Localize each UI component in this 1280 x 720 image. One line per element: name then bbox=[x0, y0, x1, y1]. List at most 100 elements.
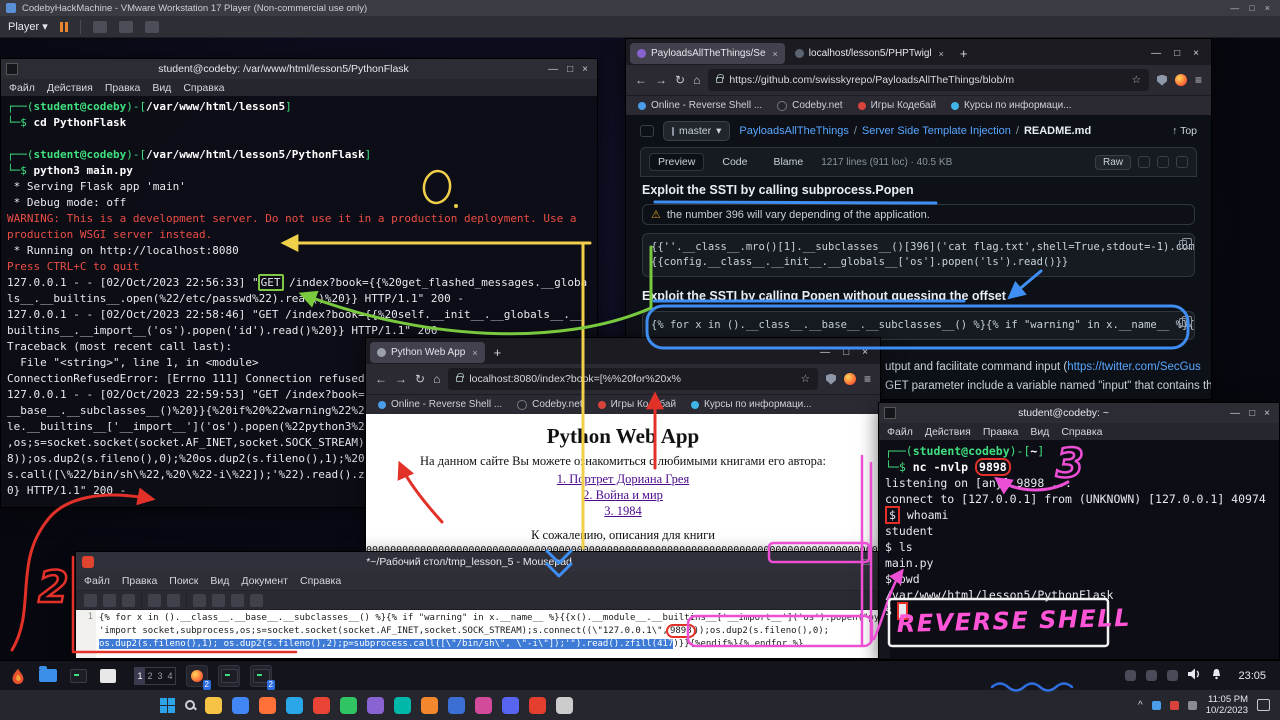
minimize-button[interactable]: — bbox=[1230, 3, 1239, 13]
maximize-button[interactable]: □ bbox=[843, 347, 849, 358]
menu-item[interactable]: Поиск bbox=[169, 575, 198, 587]
twitter-link[interactable]: https://twitter.com/SecGus bbox=[1067, 361, 1201, 373]
minimize-button[interactable]: — bbox=[548, 64, 558, 75]
tab-close-icon[interactable]: × bbox=[472, 348, 477, 358]
notifications-bell-icon[interactable] bbox=[1211, 667, 1222, 685]
branch-selector[interactable]: master ▾ bbox=[663, 121, 730, 141]
forward-button[interactable]: → bbox=[395, 372, 407, 386]
breadcrumb-folder-link[interactable]: Server Side Template Injection bbox=[862, 125, 1011, 137]
edit-pencil-icon[interactable] bbox=[1157, 156, 1169, 168]
new-tab-button[interactable]: + bbox=[488, 345, 508, 360]
copy-icon[interactable] bbox=[1179, 318, 1187, 327]
tab-close-icon[interactable]: × bbox=[773, 49, 778, 59]
tab-preview[interactable]: Preview bbox=[649, 153, 704, 171]
volume-icon[interactable] bbox=[1188, 667, 1201, 685]
bookmark-item[interactable]: Codeby.net bbox=[517, 399, 582, 410]
menu-item[interactable]: Действия bbox=[925, 426, 971, 438]
minimize-button[interactable]: — bbox=[1230, 408, 1240, 419]
reload-button[interactable]: ↻ bbox=[415, 372, 425, 386]
terminal-titlebar[interactable]: student@codeby: /var/www/html/lesson5/Py… bbox=[1, 59, 597, 79]
reload-button[interactable]: ↻ bbox=[675, 73, 685, 87]
menu-item[interactable]: Правка bbox=[105, 82, 140, 94]
workspace-button[interactable]: 1 bbox=[135, 668, 145, 684]
maximize-button[interactable]: □ bbox=[863, 557, 869, 568]
tray-icon[interactable] bbox=[1170, 701, 1179, 710]
close-button[interactable]: × bbox=[1264, 408, 1270, 419]
bookmark-item[interactable]: Online - Reverse Shell ... bbox=[638, 100, 762, 111]
terminal-titlebar[interactable]: student@codeby: ~ — □ × bbox=[879, 403, 1279, 423]
clock[interactable]: 23:05 bbox=[1238, 670, 1266, 682]
menu-item[interactable]: Вид bbox=[1030, 426, 1049, 438]
back-to-top-link[interactable]: ↑ Top bbox=[1172, 125, 1197, 137]
vmware-titlebar[interactable]: CodebyHackMachine - VMware Workstation 1… bbox=[0, 0, 1280, 16]
menu-item[interactable]: Файл bbox=[887, 426, 913, 438]
action-center-icon[interactable] bbox=[1257, 699, 1270, 711]
menu-item[interactable]: Правка bbox=[122, 575, 157, 587]
bookmark-star-icon[interactable]: ☆ bbox=[801, 373, 810, 385]
menu-item[interactable]: Справка bbox=[183, 82, 224, 94]
taskbar-app-icon-green[interactable] bbox=[340, 697, 357, 714]
redo-icon[interactable] bbox=[167, 594, 180, 607]
url-bar[interactable]: localhost:8080/index?book=[%%20for%20x% … bbox=[448, 368, 818, 390]
minimize-button[interactable]: — bbox=[844, 557, 854, 568]
menu-item[interactable]: Вид bbox=[210, 575, 229, 587]
breadcrumb-repo-link[interactable]: PayloadsAllTheThings bbox=[739, 125, 848, 137]
close-button[interactable]: × bbox=[582, 64, 588, 75]
menu-item[interactable]: Файл bbox=[84, 575, 110, 587]
maximize-button[interactable]: □ bbox=[1249, 3, 1254, 13]
workspace-button[interactable]: 3 bbox=[155, 668, 165, 684]
new-tab-button[interactable]: + bbox=[954, 46, 974, 61]
clock-date[interactable]: 11:05 PM 10/2/2023 bbox=[1206, 694, 1248, 716]
text-editor-launcher-icon[interactable] bbox=[98, 666, 118, 686]
book-link-3[interactable]: 3. 1984 bbox=[366, 504, 880, 519]
taskbar-app-icon-teal[interactable] bbox=[394, 697, 411, 714]
editor-text[interactable]: {% for x in ().__class__.__base__.__subc… bbox=[96, 610, 890, 658]
menu-item[interactable]: Документ bbox=[241, 575, 288, 587]
taskbar-app-icon-crimson[interactable] bbox=[529, 697, 546, 714]
tab-python-web-app[interactable]: Python Web App × bbox=[370, 342, 485, 363]
tab-blame[interactable]: Blame bbox=[765, 154, 811, 170]
firefox-window-button[interactable]: 2 bbox=[186, 665, 208, 687]
windows-start-button[interactable] bbox=[160, 698, 175, 713]
home-button[interactable]: ⌂ bbox=[693, 73, 700, 87]
taskbar-app-icon-orange[interactable] bbox=[421, 697, 438, 714]
copy-icon[interactable] bbox=[212, 594, 225, 607]
pause-vm-button[interactable] bbox=[60, 22, 68, 32]
paste-icon[interactable] bbox=[231, 594, 244, 607]
taskbar-app-icon-explorer[interactable] bbox=[205, 697, 222, 714]
taskbar-app-icon-blue[interactable] bbox=[448, 697, 465, 714]
home-button[interactable]: ⌂ bbox=[433, 372, 440, 386]
workspace-button[interactable]: 4 bbox=[165, 668, 175, 684]
menu-item[interactable]: Справка bbox=[1061, 426, 1102, 438]
extension-shield-icon[interactable] bbox=[1157, 75, 1167, 86]
forward-button[interactable]: → bbox=[655, 73, 667, 87]
firefox-account-icon[interactable] bbox=[1175, 74, 1187, 86]
taskbar-app-icon-indigo[interactable] bbox=[502, 697, 519, 714]
open-file-icon[interactable] bbox=[103, 594, 116, 607]
firefox-account-icon[interactable] bbox=[844, 373, 856, 385]
mousepad-titlebar[interactable]: *~/Рабочий стол/tmp_lesson_5 - Mousepad … bbox=[76, 552, 890, 572]
taskbar-app-icon-browser[interactable] bbox=[232, 697, 249, 714]
taskbar-app-icon-firefox[interactable] bbox=[259, 697, 276, 714]
book-link-2[interactable]: 2. Война и мир bbox=[366, 488, 880, 503]
terminal-launcher-icon[interactable] bbox=[68, 666, 88, 686]
more-options-icon[interactable] bbox=[1176, 156, 1188, 168]
tray-icon[interactable] bbox=[1125, 670, 1136, 681]
menu-item[interactable]: Файл bbox=[9, 82, 35, 94]
new-file-icon[interactable] bbox=[84, 594, 97, 607]
sidebar-toggle-icon[interactable] bbox=[640, 125, 654, 137]
maximize-button[interactable]: □ bbox=[1249, 408, 1255, 419]
menu-item[interactable]: Правка bbox=[983, 426, 1018, 438]
tab-payloadsallthethings[interactable]: PayloadsAllTheThings/Se × bbox=[630, 43, 785, 64]
bookmark-item[interactable]: Игры Кодебай bbox=[858, 100, 936, 111]
fullscreen-icon[interactable] bbox=[119, 21, 133, 33]
book-link-1[interactable]: 1. Портрет Дориана Грея bbox=[366, 472, 880, 487]
hamburger-menu-icon[interactable]: ≡ bbox=[1195, 73, 1202, 87]
file-manager-icon[interactable] bbox=[38, 666, 58, 686]
find-icon[interactable] bbox=[250, 594, 263, 607]
tray-icon[interactable] bbox=[1146, 670, 1157, 681]
kali-menu-icon[interactable] bbox=[8, 666, 28, 686]
hamburger-menu-icon[interactable]: ≡ bbox=[864, 372, 871, 386]
taskbar-app-icon-red[interactable] bbox=[313, 697, 330, 714]
raw-button[interactable]: Raw bbox=[1095, 155, 1131, 170]
